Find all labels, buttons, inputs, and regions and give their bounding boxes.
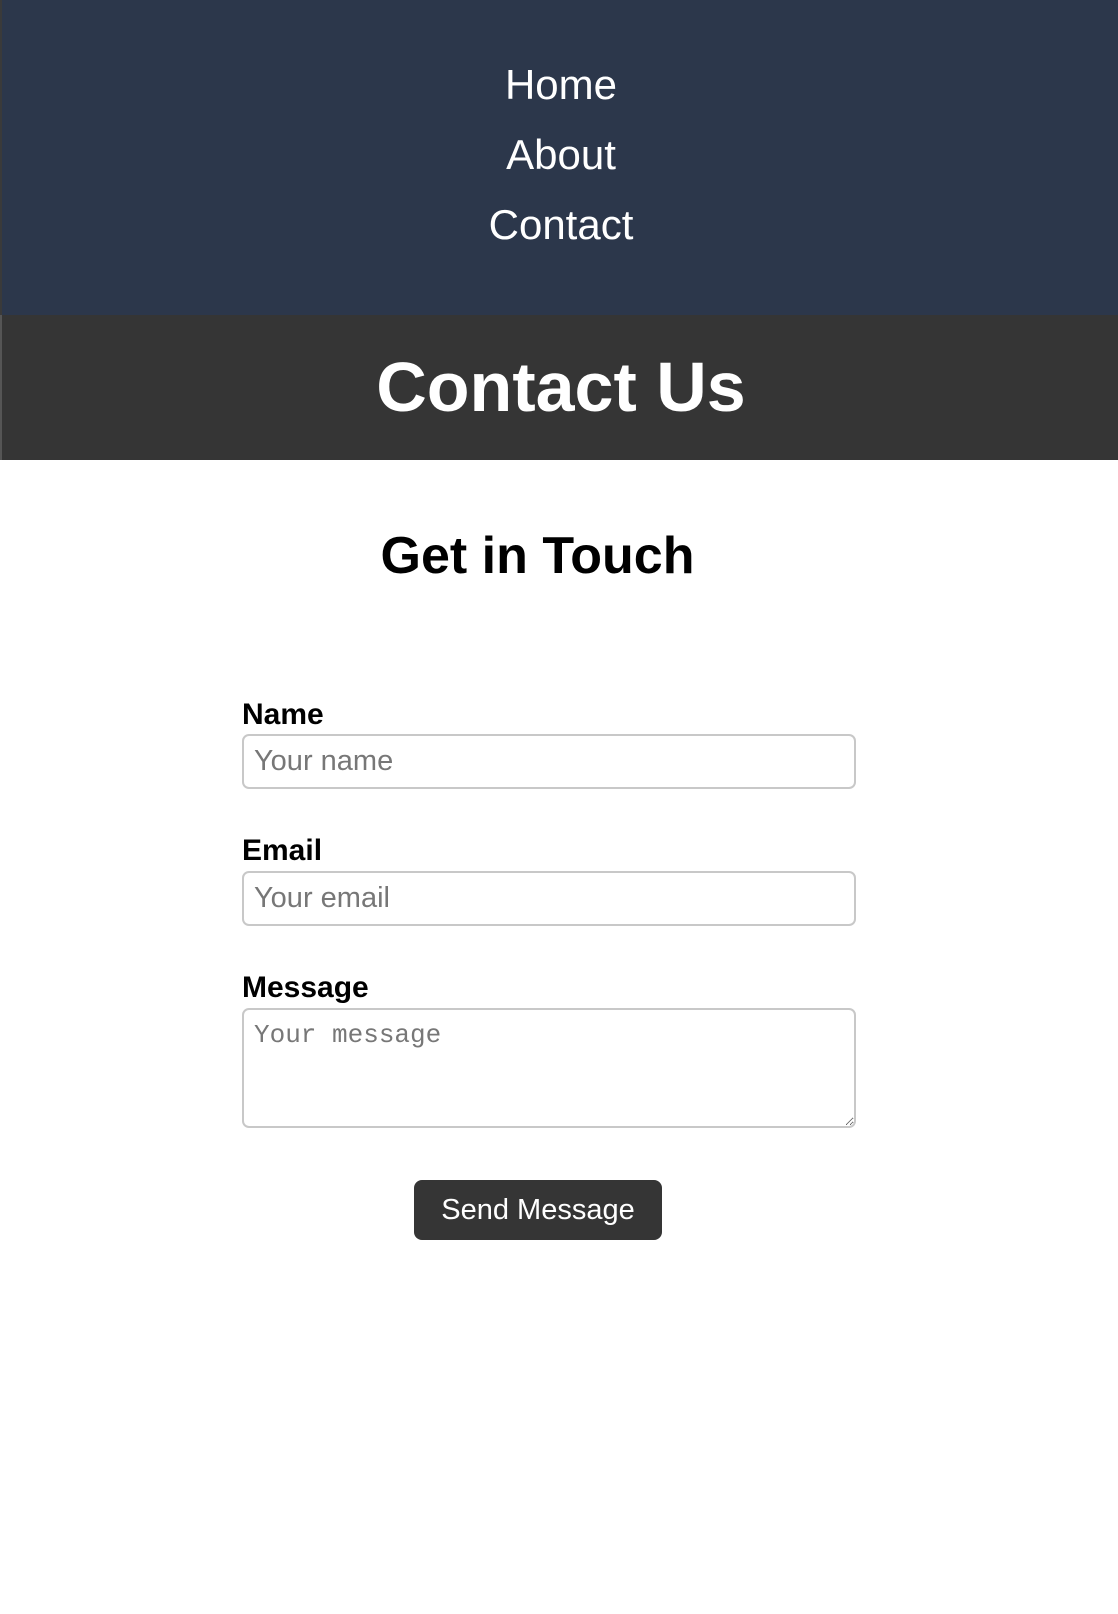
message-label: Message	[242, 971, 369, 1004]
nav-link-home[interactable]: Home	[2, 60, 1118, 110]
nav-link-about[interactable]: About	[2, 130, 1118, 180]
email-input[interactable]	[242, 871, 856, 926]
section-heading: Get in Touch	[380, 527, 695, 585]
name-input[interactable]	[242, 734, 856, 789]
email-label: Email	[242, 834, 323, 867]
page-header: Contact Us	[0, 315, 1118, 460]
contact-page: Home About Contact Contact Us Get in Tou…	[0, 0, 1118, 1614]
send-message-button[interactable]: Send Message	[414, 1180, 662, 1240]
name-label: Name	[242, 698, 324, 731]
page-title: Contact Us	[376, 348, 746, 426]
main-navigation: Home About Contact	[0, 0, 1118, 315]
nav-link-contact[interactable]: Contact	[2, 200, 1118, 250]
message-textarea[interactable]	[242, 1008, 856, 1128]
